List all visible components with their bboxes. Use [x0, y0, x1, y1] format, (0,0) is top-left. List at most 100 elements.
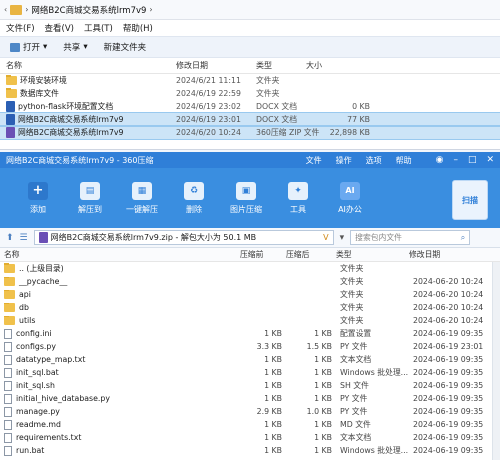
column-size[interactable]: 大小 — [304, 60, 374, 71]
archive-row[interactable]: init_sql.bat 1 KB 1 KB Windows 批处理... 2024-0… — [0, 366, 500, 379]
archive-type: 文本文档 — [340, 433, 372, 442]
tool-button[interactable]: ▣ 图片压缩 — [220, 181, 272, 215]
file-icon — [4, 328, 12, 339]
archive-name-cell: .. (上级目录) — [4, 263, 240, 274]
archive-row[interactable]: requirements.txt 1 KB 1 KB 文本文档 2024-06-19 0… — [0, 431, 500, 444]
breadcrumb[interactable]: 网络B2C商城交易系统lrm7v9 — [31, 4, 146, 16]
archive-row[interactable]: configs.py 3.3 KB 1.5 KB PY 文件 2024-06-19 23… — [0, 340, 500, 353]
file-date: 2024/6/20 10:24 — [176, 128, 241, 137]
archive-name: utils — [19, 316, 36, 325]
file-icon — [4, 406, 12, 417]
archive-type: 文本文档 — [340, 355, 372, 364]
file-row[interactable]: python-flask环境配置文档 2024/6/19 23:02 DOCX 文档… — [0, 100, 500, 113]
archive-row[interactable]: run.bat 1 KB 1 KB Windows 批处理... 2024-06-19 … — [0, 444, 500, 457]
archive-row[interactable]: datatype_map.txt 1 KB 1 KB 文本文档 2024-06-19 0… — [0, 353, 500, 366]
size-before: 1 KB — [264, 420, 282, 429]
minimize-icon[interactable]: – — [453, 155, 458, 165]
archive-row[interactable]: .. (上级目录) 文件夹 — [0, 262, 500, 275]
file-type: 文件夹 — [256, 76, 280, 85]
tool-icon: ▤ — [80, 181, 100, 200]
column-after[interactable]: 压缩后 — [286, 249, 336, 260]
menu-file[interactable]: 文件(F) — [6, 22, 35, 34]
tool-button[interactable]: AI AI办公 — [324, 181, 376, 215]
archive-row[interactable]: manage.py 2.9 KB 1.0 KB PY 文件 2024-06-19 09:… — [0, 405, 500, 418]
menu-help[interactable]: 帮助(H) — [123, 22, 153, 34]
column-before[interactable]: 压缩前 — [240, 249, 286, 260]
archive-row[interactable]: __pycache__ 文件夹 2024-06-20 10:24 — [0, 275, 500, 288]
close-icon[interactable]: ✕ — [486, 155, 494, 165]
column-date[interactable]: 修改日期 — [174, 60, 254, 71]
archive-row[interactable]: init_sql.sh 1 KB 1 KB SH 文件 2024-06-19 09:35 — [0, 379, 500, 392]
tool-button[interactable]: ♻ 删除 — [168, 181, 220, 215]
column-name[interactable]: 名称 — [4, 249, 240, 260]
zip-toolbar: + 添加 ▤ 解压到 ▦ 一键解压 ♻ 删除 ▣ 图片压缩 ✦ 工具 AI AI办公 扫描 — [0, 168, 500, 228]
open-label: 打开 — [23, 43, 41, 53]
file-row[interactable]: 环境安装环境 2024/6/21 11:11 文件夹 — [0, 74, 500, 87]
up-arrow-icon[interactable]: ⬆ — [6, 233, 14, 243]
share-button[interactable]: 共享 ▾ — [63, 41, 87, 53]
tool-button[interactable]: ▦ 一键解压 — [116, 181, 168, 215]
archive-row[interactable]: config.ini 1 KB 1 KB 配置设置 2024-06-19 09:35 — [0, 327, 500, 340]
size-after: 1 KB — [314, 433, 332, 442]
file-date: 2024/6/19 22:59 — [176, 89, 241, 98]
chevron-down-icon: ▾ — [43, 42, 48, 52]
archive-date: 2024-06-19 09:35 — [413, 394, 484, 403]
scan-button[interactable]: 扫描 — [452, 180, 488, 220]
open-button[interactable]: 打开 ▾ — [10, 41, 47, 53]
archive-name-cell: config.ini — [4, 328, 240, 339]
back-chevron-icon[interactable]: ‹ — [4, 5, 7, 14]
tool-button[interactable]: + 添加 — [12, 181, 64, 215]
search-input[interactable]: 搜索包内文件 ⌕ — [350, 230, 471, 245]
archive-row[interactable]: readme.md 1 KB 1 KB MD 文件 2024-06-19 09:35 — [0, 418, 500, 431]
archive-row[interactable]: utils 文件夹 2024-06-20 10:24 — [0, 314, 500, 327]
tool-button[interactable]: ▤ 解压到 — [64, 181, 116, 215]
file-name-cell: python-flask环境配置文档 — [4, 101, 174, 112]
docx-icon — [6, 101, 15, 112]
skin-icon[interactable]: ◉ — [436, 155, 444, 165]
zip-menu-help[interactable]: 帮助 — [396, 155, 412, 166]
dropdown-arrow-icon[interactable]: ▾ — [340, 233, 345, 243]
maximize-icon[interactable]: □ — [468, 155, 477, 165]
archive-row[interactable]: db 文件夹 2024-06-20 10:24 — [0, 301, 500, 314]
archive-type: 文件夹 — [340, 316, 364, 325]
new-folder-button[interactable]: 新建文件夹 — [104, 41, 147, 53]
zip-menu-operate[interactable]: 操作 — [336, 155, 352, 166]
archive-name: datatype_map.txt — [16, 355, 86, 364]
size-before: 1 KB — [264, 381, 282, 390]
column-type[interactable]: 类型 — [336, 249, 409, 260]
search-icon[interactable]: ⌕ — [461, 233, 465, 243]
column-type[interactable]: 类型 — [254, 60, 304, 71]
zip-menu-options[interactable]: 选项 — [366, 155, 382, 166]
archive-row[interactable]: initial_hive_database.py 1 KB 1 KB PY 文件 202… — [0, 392, 500, 405]
archive-name: initial_hive_database.py — [16, 394, 110, 403]
archive-list: .. (上级目录) 文件夹 __pycache__ 文件夹 2024-06-20 10:… — [0, 262, 500, 457]
archive-name: manage.py — [16, 407, 60, 416]
zip-menu-file[interactable]: 文件 — [306, 155, 322, 166]
archive-date: 2024-06-20 10:24 — [413, 290, 484, 299]
file-row[interactable]: 网络B2C商城交易系统lrm7v9 2024/6/20 10:24 360压缩 ZI… — [0, 125, 500, 140]
file-type: 文件夹 — [256, 89, 280, 98]
archive-row[interactable]: api 文件夹 2024-06-20 10:24 — [0, 288, 500, 301]
archive-date: 2024-06-20 10:24 — [413, 303, 484, 312]
column-name[interactable]: 名称 — [4, 60, 174, 71]
file-row[interactable]: 网络B2C商城交易系统lrm7v9 2024/6/19 23:01 DOCX 文档 7… — [0, 112, 500, 127]
file-row[interactable]: 数据库文件 2024/6/19 22:59 文件夹 — [0, 87, 500, 100]
archive-path[interactable]: 网络B2C商城交易系统lrm7v9.zip - 解包大小为 50.1 MB V — [33, 230, 334, 245]
open-icon — [10, 42, 20, 52]
chevron-down-icon[interactable]: V — [323, 233, 328, 242]
menu-tools[interactable]: 工具(T) — [84, 22, 113, 34]
list-view-icon[interactable]: ☰ — [20, 233, 28, 243]
menu-view[interactable]: 查看(V) — [45, 22, 74, 34]
chevron-right-icon: › — [149, 5, 153, 14]
address-bar[interactable]: ‹ › 网络B2C商城交易系统lrm7v9 › — [0, 0, 500, 20]
archive-name: .. (上级目录) — [19, 264, 64, 273]
column-date[interactable]: 修改日期 — [409, 249, 500, 260]
tool-label: 工具 — [290, 204, 306, 214]
archive-name-cell: initial_hive_database.py — [4, 393, 240, 404]
size-before: 2.9 KB — [256, 407, 282, 416]
new-folder-label: 新建文件夹 — [103, 43, 147, 53]
archive-name: requirements.txt — [16, 433, 82, 442]
tool-button[interactable]: ✦ 工具 — [272, 181, 324, 215]
zip-icon — [38, 232, 48, 243]
scrollbar[interactable] — [492, 262, 500, 460]
